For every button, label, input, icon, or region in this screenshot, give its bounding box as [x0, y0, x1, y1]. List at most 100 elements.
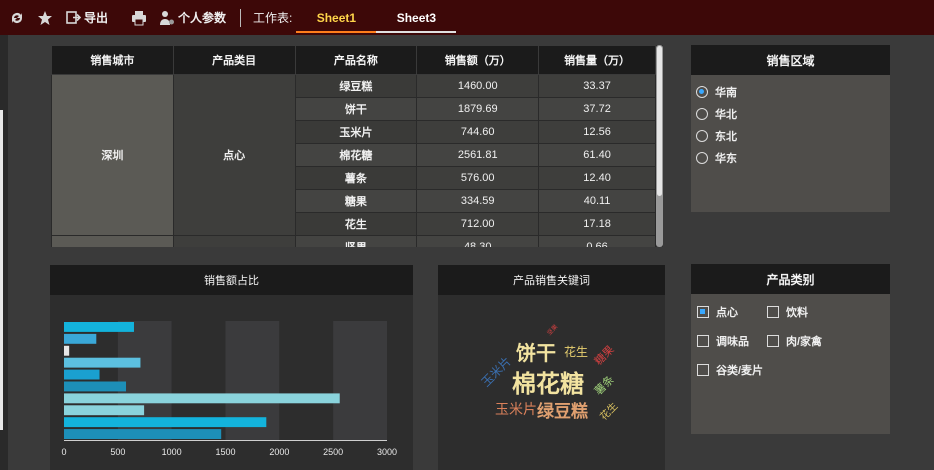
- city-cell: 深圳: [51, 74, 174, 236]
- table-row: 深圳 点心 绿豆糕 1460.00 33.37: [51, 74, 656, 236]
- region-option-huabei[interactable]: 华北: [696, 103, 890, 125]
- radio-button[interactable]: [696, 130, 708, 142]
- category-option-gulei[interactable]: 谷类/麦片: [697, 362, 763, 378]
- tab-sheet1[interactable]: Sheet1: [296, 0, 377, 35]
- category-cell-continued: [172, 235, 296, 247]
- x-tick-label: 3000: [377, 447, 397, 457]
- region-option-label: 华南: [715, 87, 737, 99]
- export-icon: [64, 9, 82, 27]
- qty-cell: 17.18: [538, 212, 656, 236]
- header-category[interactable]: 产品类目: [172, 45, 296, 75]
- x-tick-label: 2500: [323, 447, 343, 457]
- radio-button[interactable]: [696, 108, 708, 120]
- category-option-label: 肉/家禽: [786, 336, 823, 348]
- region-option-dongbei[interactable]: 东北: [696, 125, 890, 147]
- x-tick-label: 0: [61, 447, 66, 457]
- wordcloud-word: 花生: [564, 345, 589, 359]
- bar[interactable]: [64, 322, 134, 332]
- bar[interactable]: [64, 345, 70, 356]
- product-name: 薯条: [294, 166, 418, 190]
- print-icon[interactable]: [130, 9, 148, 27]
- x-tick-label: 1500: [215, 447, 235, 457]
- region-option-label: 华北: [715, 109, 737, 121]
- product-name: 坚果: [294, 235, 418, 247]
- grid-band: [279, 321, 334, 440]
- wordcloud-word: 饼干: [516, 343, 556, 365]
- keyword-cloud-panel: 产品销售关键词 棉花糖 饼干 绿豆糕 玉米片 花生 糖果 薯条 玉米片 花生 坚…: [438, 265, 665, 470]
- bar[interactable]: [64, 381, 127, 392]
- product-name: 棉花糖: [294, 143, 418, 167]
- checkbox[interactable]: [697, 335, 709, 347]
- checkbox[interactable]: [767, 306, 779, 318]
- user-settings-icon: [158, 9, 176, 27]
- bar[interactable]: [64, 357, 141, 368]
- checkbox[interactable]: [767, 335, 779, 347]
- export-button[interactable]: 导出: [64, 9, 108, 27]
- qty-cell: 37.72: [538, 97, 656, 121]
- star-icon[interactable]: [36, 9, 54, 27]
- sales-table: 销售城市 产品类目 产品名称 销售额（万） 销售量（万） 深圳 点心 绿豆糕 1…: [51, 45, 663, 247]
- category-option-label: 点心: [716, 307, 738, 319]
- sheet-label: 工作表:: [253, 11, 293, 25]
- wordcloud-word: 糖果: [592, 343, 617, 368]
- header-qty[interactable]: 销售量（万）: [538, 45, 656, 75]
- amount-cell: 712.00: [416, 212, 540, 236]
- checkbox[interactable]: [697, 306, 709, 318]
- wordcloud-word: 薯条: [592, 373, 617, 398]
- sales-share-bar-chart: 0 500 1000 1500 2000 2500 3000: [61, 321, 397, 457]
- product-name: 糖果: [294, 189, 418, 213]
- table-scroll-thumb[interactable]: [657, 46, 662, 196]
- category-option-label: 谷类/麦片: [716, 365, 764, 377]
- radio-button[interactable]: [696, 152, 708, 164]
- amount-cell: 744.60: [416, 120, 540, 144]
- bar[interactable]: [64, 405, 145, 416]
- region-option-label: 华东: [715, 153, 737, 165]
- header-city[interactable]: 销售城市: [51, 45, 174, 75]
- refresh-icon[interactable]: [8, 9, 26, 27]
- x-tick-label: 500: [110, 447, 125, 457]
- personal-params-label: 个人参数: [178, 11, 227, 25]
- wordcloud-word: 坚果: [546, 324, 560, 337]
- table-row: 坚果 48.30 0.66: [51, 235, 656, 247]
- category-option-tiaoweipin[interactable]: 调味品: [697, 333, 749, 349]
- bar[interactable]: [64, 393, 340, 404]
- region-option-label: 东北: [715, 131, 737, 143]
- category-option-yinliao[interactable]: 饮料: [767, 304, 808, 320]
- category-option-dianxin[interactable]: 点心: [697, 304, 738, 320]
- grid-band: [333, 321, 387, 440]
- product-name: 玉米片: [294, 120, 418, 144]
- qty-cell: 33.37: [538, 74, 656, 98]
- amount-cell: 576.00: [416, 166, 540, 190]
- region-option-huanan[interactable]: 华南: [696, 81, 890, 103]
- amount-cell: 48.30: [416, 235, 540, 247]
- qty-cell: 40.11: [538, 189, 656, 213]
- personal-params-button[interactable]: 个人参数: [158, 9, 226, 27]
- header-product[interactable]: 产品名称: [294, 45, 418, 75]
- sales-share-chart-title: 销售额占比: [50, 265, 413, 295]
- wordcloud-word: 玉米片: [495, 401, 537, 417]
- header-amount[interactable]: 销售额（万）: [416, 45, 540, 75]
- sales-share-chart-panel: 销售额占比 0 500 1000 1500 2000 2500 3000: [50, 265, 413, 470]
- category-cell: 点心: [172, 74, 296, 236]
- x-tick-label: 2000: [269, 447, 289, 457]
- bar[interactable]: [64, 429, 222, 439]
- region-filter-title: 销售区域: [691, 45, 890, 75]
- city-cell-continued: [51, 235, 174, 247]
- tab-sheet3[interactable]: Sheet3: [376, 0, 457, 35]
- export-label: 导出: [84, 11, 109, 25]
- region-option-huadong[interactable]: 华东: [696, 147, 890, 169]
- product-name: 绿豆糕: [294, 74, 418, 98]
- qty-cell: 12.40: [538, 166, 656, 190]
- radio-button[interactable]: [696, 86, 708, 98]
- checkbox[interactable]: [697, 364, 709, 376]
- bar[interactable]: [64, 417, 267, 428]
- category-option-rou[interactable]: 肉/家禽: [767, 333, 822, 349]
- amount-cell: 1460.00: [416, 74, 540, 98]
- toolbar-divider: [240, 8, 242, 27]
- bar[interactable]: [64, 333, 97, 344]
- bar[interactable]: [64, 369, 100, 380]
- top-toolbar: 导出 个人参数 工作表: Sheet1 Sheet3: [0, 0, 934, 35]
- amount-cell: 2561.81: [416, 143, 540, 167]
- amount-cell: 334.59: [416, 189, 540, 213]
- wordcloud-word: 绿豆糕: [537, 402, 588, 421]
